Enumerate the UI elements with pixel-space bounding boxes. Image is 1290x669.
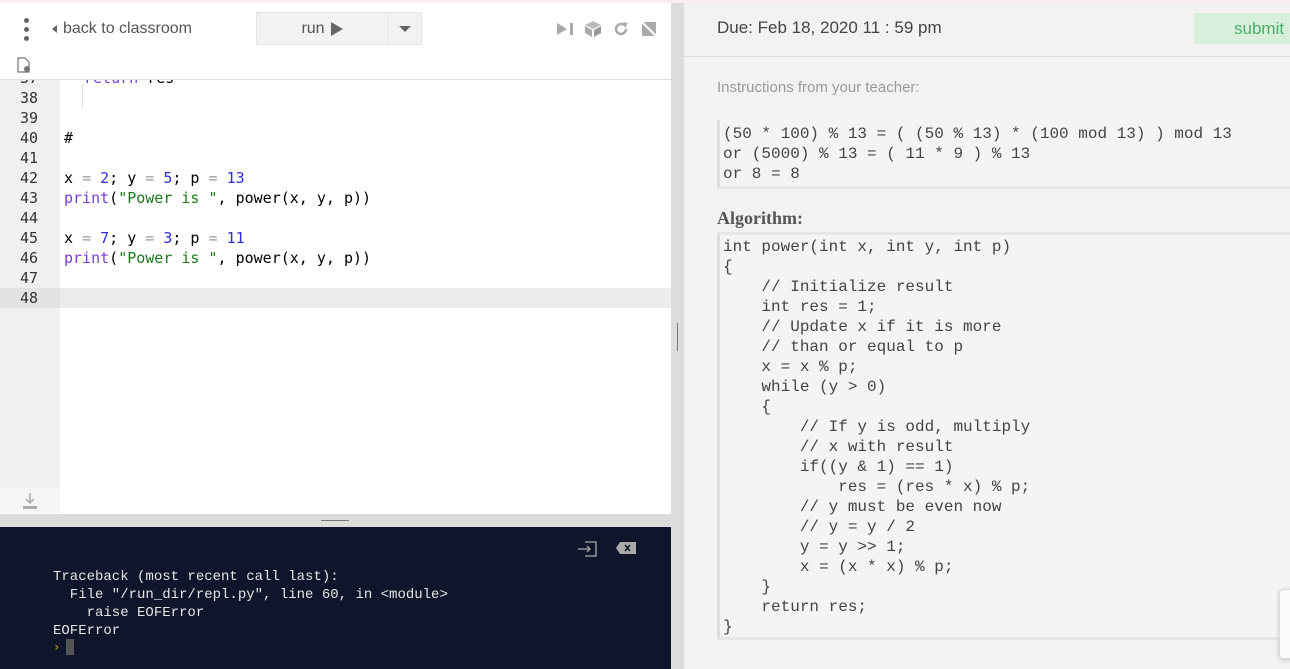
code-line: 47 (0, 268, 671, 288)
run-button[interactable]: run (257, 13, 388, 44)
run-button-group: run (256, 12, 422, 45)
submit-button[interactable]: submit (1194, 13, 1290, 44)
example-code: (50 * 100) % 13 = ( (50 % 13) * (100 mod… (723, 125, 1232, 183)
resize-grip (677, 323, 678, 351)
console-output: Traceback (most recent call last): File … (53, 569, 448, 639)
text-cursor (66, 639, 75, 655)
line-number: 39 (19, 109, 38, 127)
algorithm-heading: Algorithm: (717, 208, 803, 228)
example-code-block: (50 * 100) % 13 = ( (50 % 13) * (100 mod… (717, 120, 1290, 189)
code-line: 37 return res (0, 80, 671, 88)
line-number: 47 (19, 269, 38, 287)
prompt-arrow-icon: › (53, 640, 61, 654)
line-text: x = 7; y = 3; p = 11 (64, 229, 245, 247)
package-icon[interactable] (584, 20, 602, 38)
resize-grip (321, 520, 349, 521)
new-file-icon[interactable] (17, 57, 31, 73)
back-to-classroom-link[interactable]: back to classroom (52, 20, 192, 38)
line-number: 43 (19, 189, 38, 207)
line-number: 46 (19, 249, 38, 267)
caret-left-icon (52, 25, 57, 33)
line-number: 40 (19, 129, 38, 147)
run-label: run (301, 19, 325, 37)
code-line: 38 (0, 88, 671, 108)
console-panel[interactable]: Traceback (most recent call last): File … (0, 527, 671, 669)
back-label: back to classroom (63, 20, 192, 37)
code-line: 41 (0, 148, 671, 168)
pane-resize-handle[interactable] (671, 3, 684, 669)
editor-toolbar: back to classroom run (0, 3, 671, 53)
expand-icon[interactable] (640, 20, 658, 38)
line-text: print("Power is ", power(x, y, p)) (64, 189, 372, 207)
line-number: 45 (19, 229, 38, 247)
due-date: Due: Feb 18, 2020 11 : 59 pm (717, 18, 942, 37)
more-options-icon[interactable] (20, 17, 32, 43)
floating-widget[interactable] (1279, 589, 1290, 659)
instructions-label: Instructions from your teacher: (717, 79, 920, 96)
refresh-icon[interactable] (612, 20, 630, 38)
line-number: 41 (19, 149, 38, 167)
step-forward-icon[interactable] (556, 20, 574, 38)
algorithm-code-block: int power(int x, int y, int p) { // Init… (717, 232, 1290, 640)
active-code-line: 48 (0, 288, 671, 308)
line-text: return res (84, 80, 174, 88)
clear-console-icon[interactable] (615, 541, 637, 555)
editor-tool-icons (556, 20, 658, 38)
line-number: 48 (19, 289, 38, 307)
console-resize-handle[interactable] (0, 514, 671, 527)
download-button[interactable] (0, 488, 60, 513)
editor-pane: back to classroom run 38 39 40 # 41 42 x… (0, 3, 671, 669)
code-line: 44 (0, 208, 671, 228)
code-line: 43 print("Power is ", power(x, y, p)) (0, 188, 671, 208)
code-line: 42 x = 2; y = 5; p = 13 (0, 168, 671, 188)
input-icon[interactable] (577, 541, 597, 557)
algorithm-code: int power(int x, int y, int p) { // Init… (723, 238, 1031, 636)
line-number: 37 (0, 80, 38, 88)
line-number: 38 (19, 89, 38, 107)
code-line: 45 x = 7; y = 3; p = 11 (0, 228, 671, 248)
run-dropdown-button[interactable] (388, 13, 421, 44)
code-line: 39 (0, 108, 671, 128)
download-icon (23, 492, 37, 509)
code-editor[interactable]: 37 return res 38 39 40 # 41 42 x = 2; y … (0, 79, 671, 513)
line-text: x = 2; y = 5; p = 13 (64, 169, 245, 187)
assignment-pane: Due: Feb 18, 2020 11 : 59 pm submit Inst… (684, 3, 1290, 669)
play-icon (330, 21, 343, 36)
code-line: 40 # (0, 128, 671, 148)
line-text: # (64, 129, 74, 147)
divider (684, 56, 1290, 57)
line-number: 44 (19, 209, 38, 227)
console-prompt[interactable]: › (53, 639, 75, 655)
line-number: 42 (19, 169, 38, 187)
chevron-down-icon (398, 25, 411, 32)
line-text: print("Power is ", power(x, y, p)) (64, 249, 372, 267)
code-line: 46 print("Power is ", power(x, y, p)) (0, 248, 671, 268)
console-icons (577, 541, 637, 557)
